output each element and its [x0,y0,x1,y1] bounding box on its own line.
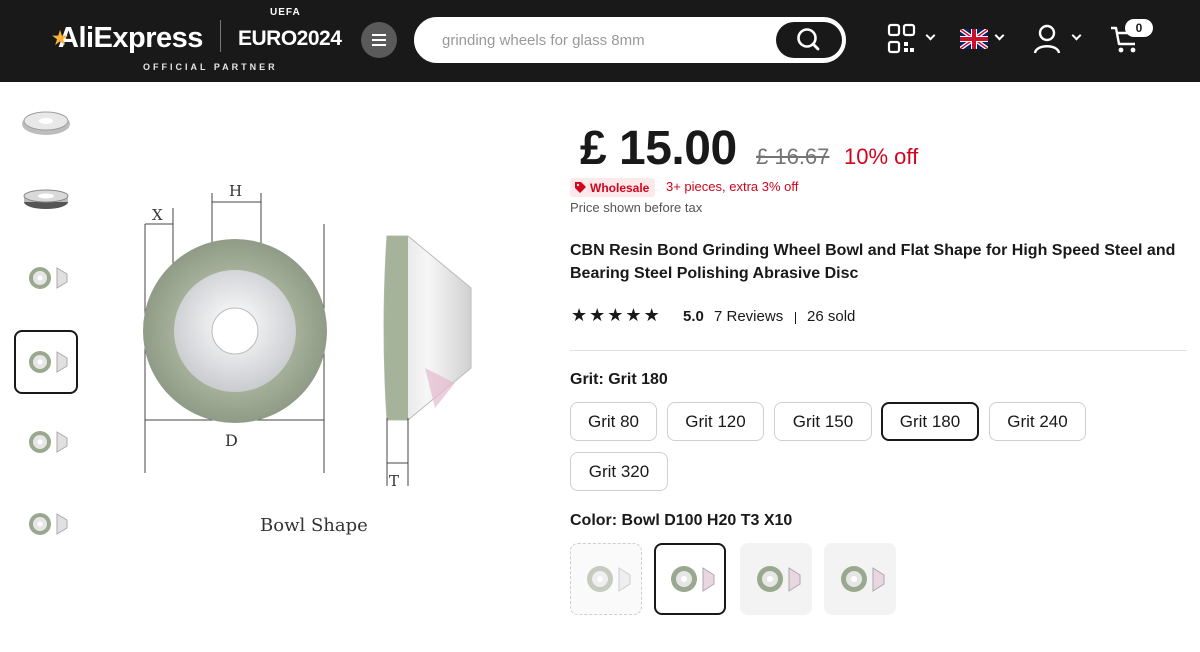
dimension-h-label: H [229,182,242,200]
color-swatch-image [757,566,801,592]
color-swatch-image [671,566,715,592]
star-icon: ★ [643,305,660,326]
search-input[interactable] [416,19,771,61]
rating-value: 5.0 [683,308,704,325]
gallery-thumbnail[interactable] [14,92,78,156]
dimension-x-label: X [152,206,163,224]
language-dropdown[interactable] [960,22,1010,56]
product-title: CBN Resin Bond Grinding Wheel Bowl and F… [570,242,1176,282]
account-dropdown[interactable] [1033,22,1085,56]
grit-option[interactable]: Grit 120 [667,402,764,441]
uk-flag-icon [960,29,988,49]
wheel-side-image [22,111,70,135]
tag-icon [575,182,586,193]
reviews-link[interactable]: 7 Reviews [714,308,783,325]
grit-option-label: Grit: Grit 180 [570,371,668,388]
wheel-diagram-image [29,351,68,373]
section-divider [570,350,1187,351]
official-partner-text: OFFICIAL PARTNER [143,62,278,72]
gallery-thumbnail-active[interactable] [14,330,78,394]
chevron-down-icon [925,30,936,41]
grit-option[interactable]: Grit 80 [570,402,657,441]
top-header: ★ AliExpress UEFA EURO2024 OFFICIAL PART… [0,0,1200,82]
wheel-diagram-image [29,267,68,289]
logo-divider [220,20,221,52]
star-icon: ★ [625,305,642,326]
grit-option-selected[interactable]: Grit 180 [881,402,979,441]
app-qr-dropdown[interactable] [887,22,941,56]
main-product-image[interactable]: X H D T Bowl Shape [125,168,485,548]
menu-icon [372,34,386,36]
color-option[interactable] [740,543,812,615]
discount-percent: 10% off [844,144,919,169]
color-option[interactable] [570,543,642,615]
gallery-thumbnail[interactable] [14,492,78,556]
image-caption: Bowl Shape [260,515,368,536]
search-icon [797,28,820,51]
color-swatch-image [841,566,885,592]
chevron-down-icon [994,30,1005,41]
menu-button[interactable] [361,22,397,58]
star-icon: ★ [571,305,588,326]
search-button[interactable] [776,22,842,58]
color-swatch-image [587,566,631,592]
current-price: £ 15.00 [580,122,737,175]
wholesale-badge[interactable]: Wholesale [570,178,656,197]
logo-star-icon: ★ [52,28,68,48]
qr-code-icon [887,23,916,54]
grit-option[interactable]: Grit 150 [774,402,872,441]
chevron-down-icon [1071,30,1082,41]
wheel-diagram-image [29,431,68,453]
gallery-thumbnail[interactable] [14,164,78,228]
wheel-flat-image [23,189,69,209]
original-price: £ 16.67 [756,144,830,169]
color-option[interactable] [824,543,896,615]
cart-count-badge: 0 [1125,19,1153,37]
wheel-diagram-image [29,513,68,535]
grit-option[interactable]: Grit 240 [989,402,1086,441]
uefa-text: UEFA [270,7,301,18]
gallery-thumbnail[interactable] [14,410,78,474]
sold-count: 26 sold [807,308,856,325]
tax-note: Price shown before tax [570,200,703,215]
search-bar [414,17,846,63]
dimension-t-label: T [389,472,399,490]
star-rating[interactable]: ★ ★ ★ ★ ★ [571,305,660,326]
user-icon [1033,24,1061,54]
aliexpress-logo[interactable]: ★ AliExpress [52,22,203,55]
rating-divider [795,312,796,324]
star-icon: ★ [607,305,624,326]
wholesale-offer: 3+ pieces, extra 3% off [666,179,799,194]
color-option-label: Color: Bowl D100 H20 T3 X10 [570,512,793,529]
logo-text: AliExpress [58,22,203,54]
euro2024-logo: EURO2024 [238,27,342,50]
wholesale-label: Wholesale [590,180,650,195]
color-option-selected[interactable] [654,543,726,615]
dimension-d-label: D [225,431,238,450]
star-icon: ★ [589,305,606,326]
gallery-thumbnail[interactable] [14,246,78,310]
grit-option[interactable]: Grit 320 [570,452,668,491]
